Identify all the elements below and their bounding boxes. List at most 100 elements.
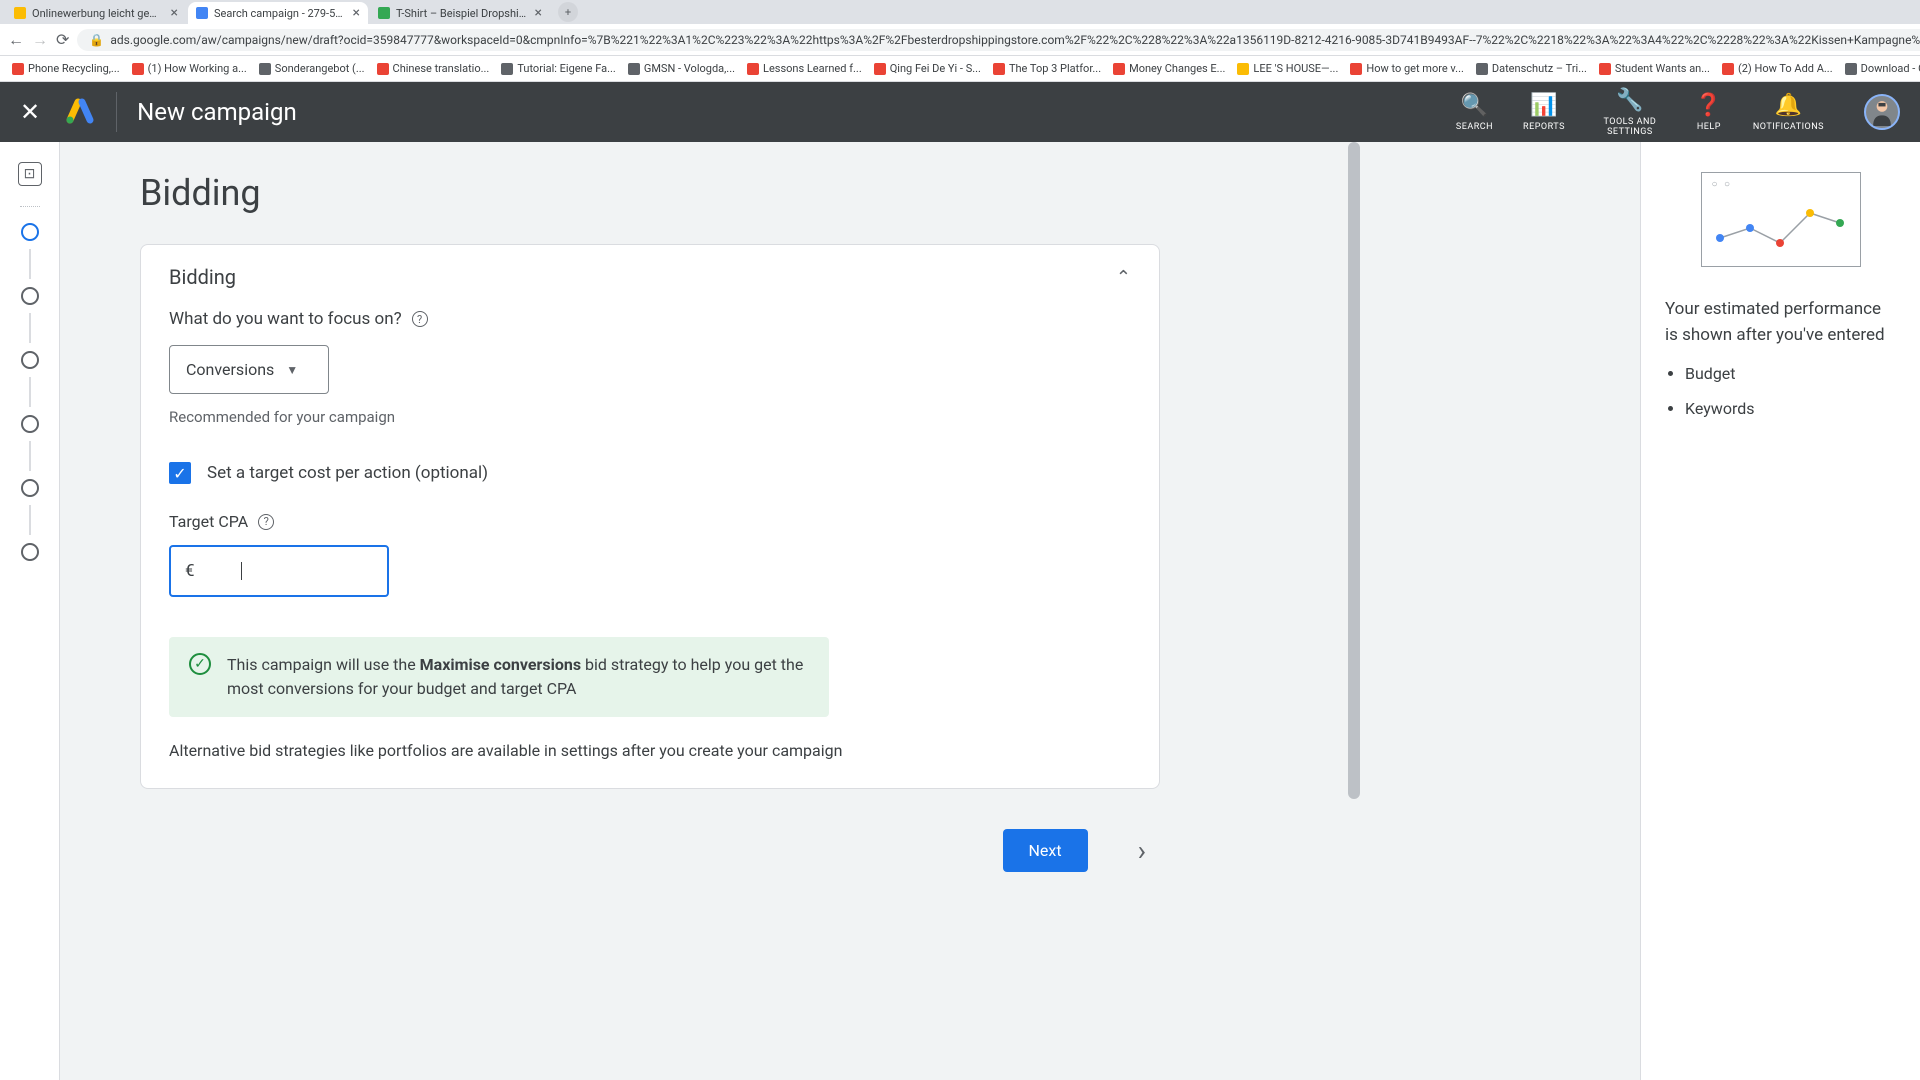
bookmark-item[interactable]: How to get more v...: [1346, 60, 1468, 77]
next-button[interactable]: Next: [1003, 829, 1088, 872]
bookmark-favicon-icon: [259, 63, 271, 75]
divider: [20, 206, 40, 207]
target-cpa-checkbox[interactable]: ✓: [169, 462, 191, 484]
search-button[interactable]: 🔍 SEARCH: [1456, 93, 1493, 132]
card-title: Bidding: [169, 265, 236, 289]
bookmark-favicon-icon: [1476, 63, 1488, 75]
bookmark-favicon-icon: [1845, 63, 1857, 75]
main-layout: ⊡ Bidding Bidding ⌃ What do you want to …: [0, 142, 1920, 1080]
step-connector: [29, 377, 31, 407]
checkbox-label: Set a target cost per action (optional): [207, 463, 488, 483]
bookmark-item[interactable]: Money Changes E...: [1109, 60, 1229, 77]
new-tab-button[interactable]: +: [558, 2, 578, 22]
help-icon[interactable]: ?: [412, 311, 428, 327]
bookmark-item[interactable]: Qing Fei De Yi - S...: [870, 60, 985, 77]
bookmark-favicon-icon: [1350, 63, 1362, 75]
bell-icon: 🔔: [1774, 93, 1802, 118]
browser-tab[interactable]: Onlinewerbung leicht gemach ×: [6, 2, 186, 24]
alternative-text: Alternative bid strategies like portfoli…: [169, 741, 1131, 760]
bookmark-item[interactable]: (1) How Working a...: [128, 60, 251, 77]
tab-title: T-Shirt – Beispiel Dropshippin: [396, 7, 529, 20]
performance-panel: ○ ○ Your estimated performance is shown …: [1640, 142, 1920, 1080]
chart-placeholder-icon: ○ ○: [1701, 172, 1861, 267]
bookmark-item[interactable]: GMSN - Vologda,...: [624, 60, 739, 77]
focus-label: What do you want to focus on? ?: [169, 309, 1131, 329]
notifications-button[interactable]: 🔔 NOTIFICATIONS: [1753, 93, 1824, 132]
favicon-icon: [196, 7, 208, 19]
target-cpa-checkbox-row: ✓ Set a target cost per action (optional…: [169, 462, 1131, 484]
close-icon[interactable]: ✕: [20, 98, 40, 126]
divider: [116, 92, 117, 132]
bookmark-item[interactable]: (2) How To Add A...: [1718, 60, 1837, 77]
strategy-banner: ✓ This campaign will use the Maximise co…: [169, 637, 829, 717]
list-item: Budget: [1685, 364, 1896, 383]
app-header: ✕ New campaign 🔍 SEARCH 📊 REPORTS 🔧 TOOL…: [0, 82, 1920, 142]
bookmark-favicon-icon: [1113, 63, 1125, 75]
bookmark-item[interactable]: Student Wants an...: [1595, 60, 1714, 77]
avatar[interactable]: [1864, 94, 1900, 130]
tab-title: Onlinewerbung leicht gemach: [32, 7, 165, 20]
step-connector: [29, 249, 31, 279]
close-icon[interactable]: ×: [171, 5, 178, 21]
bookmark-favicon-icon: [747, 63, 759, 75]
address-bar: ← → ⟳ 🔒 ads.google.com/aw/campaigns/new/…: [0, 24, 1920, 56]
stepper-nav: ⊡: [0, 142, 60, 1080]
step-connector: [29, 505, 31, 535]
bookmark-item[interactable]: Phone Recycling,...: [8, 60, 124, 77]
bookmark-item[interactable]: Tutorial: Eigene Fa...: [497, 60, 620, 77]
bookmark-item[interactable]: Lessons Learned f...: [743, 60, 866, 77]
overview-icon[interactable]: ⊡: [18, 162, 42, 186]
browser-tab-strip: Onlinewerbung leicht gemach × Search cam…: [0, 0, 1920, 24]
url-field[interactable]: 🔒 ads.google.com/aw/campaigns/new/draft?…: [77, 29, 1920, 51]
step-item[interactable]: [21, 287, 39, 305]
help-button[interactable]: ❓ HELP: [1695, 93, 1723, 132]
bookmark-item[interactable]: Datenschutz – Tri...: [1472, 60, 1591, 77]
bookmark-item[interactable]: Sonderangebot (...: [255, 60, 369, 77]
google-ads-logo-icon: [64, 96, 96, 128]
content-area: Bidding Bidding ⌃ What do you want to fo…: [60, 142, 1640, 1080]
forward-arrow-icon[interactable]: ›: [1138, 834, 1146, 867]
step-item[interactable]: [21, 479, 39, 497]
step-item[interactable]: [21, 543, 39, 561]
page-title: New campaign: [137, 98, 1456, 126]
chevron-up-icon: ⌃: [1116, 267, 1131, 288]
bookmark-favicon-icon: [628, 63, 640, 75]
recommendation-text: Recommended for your campaign: [169, 408, 1131, 426]
focus-dropdown[interactable]: Conversions ▼: [169, 345, 329, 394]
bookmarks-bar: Phone Recycling,...(1) How Working a...S…: [0, 56, 1920, 82]
bookmark-item[interactable]: Download - Cooki...: [1841, 60, 1920, 77]
card-header[interactable]: Bidding ⌃: [141, 245, 1159, 309]
browser-tab[interactable]: T-Shirt – Beispiel Dropshippin ×: [370, 2, 550, 24]
tools-button[interactable]: 🔧 TOOLS AND SETTINGS: [1595, 88, 1665, 137]
help-icon: ❓: [1695, 93, 1723, 118]
reports-button[interactable]: 📊 REPORTS: [1523, 93, 1565, 132]
step-connector: [29, 441, 31, 471]
step-item[interactable]: [21, 351, 39, 369]
close-icon[interactable]: ×: [353, 5, 360, 21]
bookmark-item[interactable]: Chinese translatio...: [373, 60, 494, 77]
back-icon[interactable]: ←: [8, 30, 24, 50]
bookmark-favicon-icon: [993, 63, 1005, 75]
reports-icon: 📊: [1530, 93, 1558, 118]
forward-icon[interactable]: →: [32, 30, 48, 50]
bookmark-item[interactable]: LEE 'S HOUSE—...: [1233, 60, 1342, 77]
close-icon[interactable]: ×: [535, 5, 542, 21]
tools-icon: 🔧: [1616, 88, 1644, 113]
scrollbar[interactable]: [1348, 142, 1360, 1080]
check-circle-icon: ✓: [189, 653, 211, 675]
tab-title: Search campaign - 279-560-: [214, 7, 347, 20]
reload-icon[interactable]: ⟳: [56, 30, 69, 49]
step-bidding[interactable]: [21, 223, 39, 241]
step-item[interactable]: [21, 415, 39, 433]
target-cpa-input[interactable]: €: [169, 545, 389, 597]
footer-actions: Next ›: [140, 829, 1160, 872]
performance-intro: Your estimated performance is shown afte…: [1665, 297, 1896, 348]
browser-tab-active[interactable]: Search campaign - 279-560- ×: [188, 2, 368, 24]
bookmark-favicon-icon: [12, 63, 24, 75]
list-item: Keywords: [1685, 399, 1896, 418]
performance-list: Budget Keywords: [1665, 364, 1896, 418]
lock-icon: 🔒: [89, 33, 104, 47]
bookmark-favicon-icon: [377, 63, 389, 75]
help-icon[interactable]: ?: [258, 514, 274, 530]
bookmark-item[interactable]: The Top 3 Platfor...: [989, 60, 1105, 77]
